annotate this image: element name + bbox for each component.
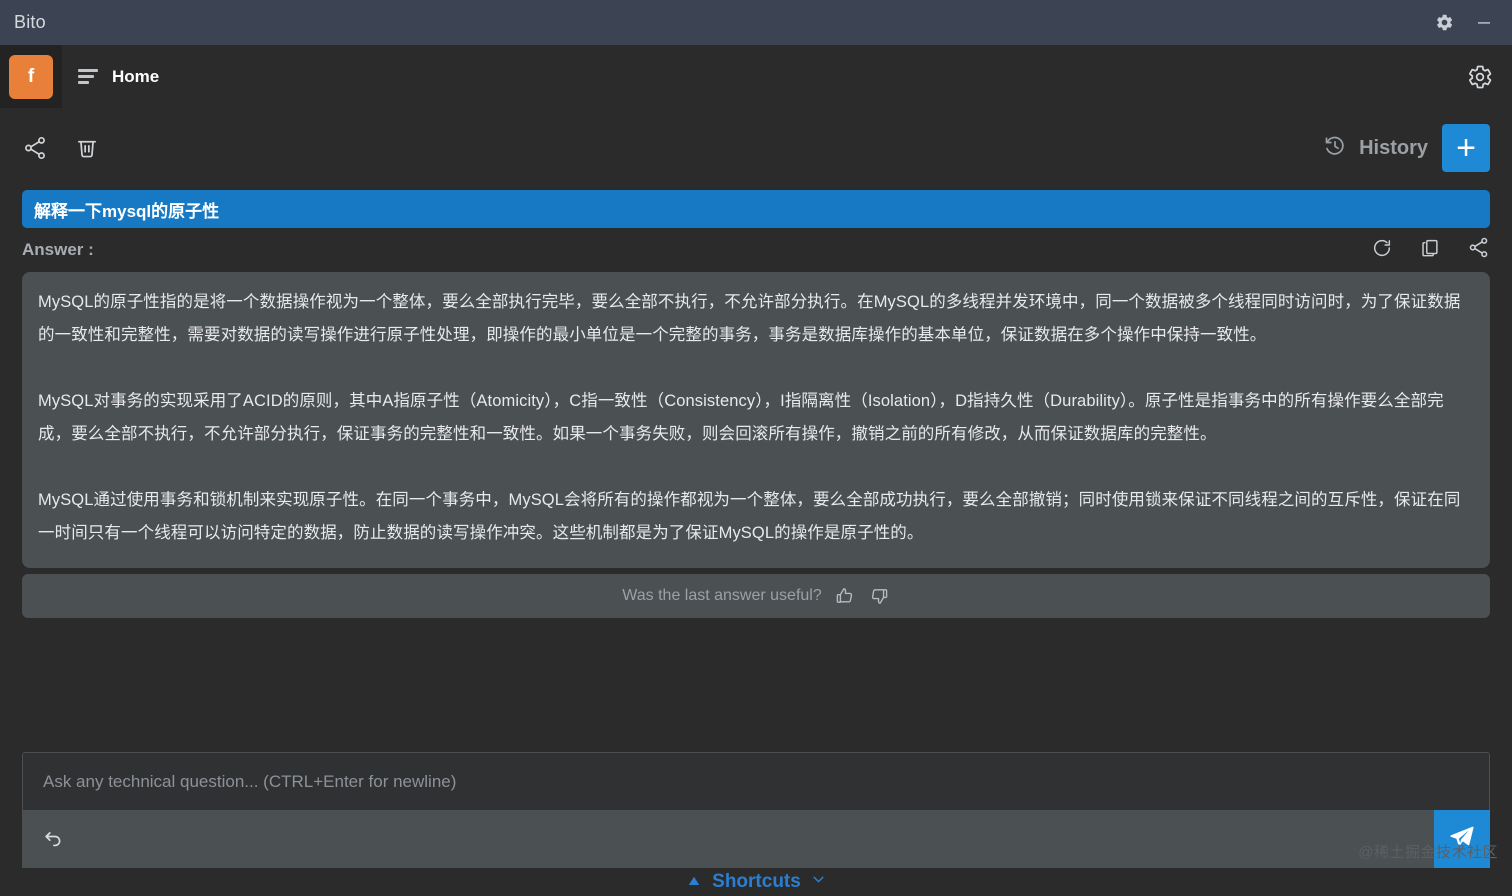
- share-icon[interactable]: [22, 135, 48, 161]
- app-title: Bito: [14, 12, 46, 32]
- answer-paragraph: MySQL通过使用事务和锁机制来实现原子性。在同一个事务中，MySQL会将所有的…: [38, 491, 1461, 542]
- nav-spacer: [181, 45, 1448, 108]
- shortcuts-bar[interactable]: Shortcuts: [0, 868, 1512, 896]
- bito-logo: f: [9, 54, 53, 99]
- answer-paragraph: MySQL的原子性指的是将一个数据操作视为一个整体，要么全部执行完毕，要么全部不…: [38, 293, 1461, 344]
- answer-panel: MySQL的原子性指的是将一个数据操作视为一个整体，要么全部执行完毕，要么全部不…: [22, 272, 1490, 568]
- undo-arrow-icon[interactable]: [42, 824, 67, 854]
- feedback-bar: Was the last answer useful?: [22, 574, 1490, 618]
- answer-paragraph: MySQL对事务的实现采用了ACID的原则，其中A指原子性（Atomicity）…: [38, 392, 1444, 443]
- history-clock-icon: [1323, 134, 1347, 163]
- answer-action-group: [1371, 236, 1490, 264]
- shortcuts-label: Shortcuts: [712, 871, 801, 892]
- toolbar-right-group: History +: [1323, 124, 1490, 172]
- answer-label: Answer :: [22, 240, 94, 259]
- minimize-icon[interactable]: [1466, 0, 1502, 45]
- composer: Ask any technical question... (CTRL+Ente…: [0, 752, 1512, 868]
- thumbs-up-icon[interactable]: [834, 585, 856, 607]
- bito-app-window: Bito f Home History + 解释一下mysql的原子性 Answ…: [0, 0, 1512, 896]
- question-input-placeholder: Ask any technical question... (CTRL+Ente…: [43, 771, 457, 791]
- answer-header: Answer :: [22, 228, 1490, 272]
- bito-triangle-icon: [685, 873, 703, 891]
- history-label: History: [1359, 136, 1428, 159]
- send-plane-icon: [1448, 823, 1476, 856]
- title-bar: Bito: [0, 0, 1512, 45]
- tab-home[interactable]: Home: [62, 45, 182, 108]
- answer-scrollbar[interactable]: [1499, 373, 1509, 752]
- share-icon[interactable]: [1467, 236, 1490, 264]
- question-text: 解释一下mysql的原子性: [34, 201, 220, 221]
- new-chat-button[interactable]: +: [1442, 124, 1490, 172]
- settings-gear-icon[interactable]: [1426, 0, 1462, 45]
- toolbar-left-group: [22, 135, 100, 161]
- trash-icon[interactable]: [74, 135, 100, 161]
- question-input-wrap[interactable]: Ask any technical question... (CTRL+Ente…: [22, 752, 1490, 810]
- tab-home-label: Home: [112, 66, 160, 86]
- feedback-question: Was the last answer useful?: [622, 587, 822, 604]
- app-logo-wrap: f: [0, 45, 62, 108]
- chat-toolbar: History +: [0, 108, 1512, 188]
- menu-lines-icon: [78, 69, 98, 84]
- question-bubble: 解释一下mysql的原子性: [22, 190, 1490, 228]
- chevron-down-icon[interactable]: [810, 871, 827, 893]
- copy-icon[interactable]: [1419, 237, 1441, 264]
- window-controls: [1426, 0, 1512, 45]
- refresh-icon[interactable]: [1371, 237, 1393, 264]
- nav-bar: f Home: [0, 45, 1512, 108]
- composer-action-bar: [22, 810, 1490, 868]
- history-button[interactable]: History: [1323, 134, 1428, 163]
- conversation-area: 解释一下mysql的原子性 Answer : MySQL的原子性指的是将一个数据…: [0, 188, 1512, 752]
- send-button[interactable]: [1434, 810, 1490, 868]
- thumbs-down-icon[interactable]: [868, 585, 890, 607]
- nav-settings-gear-icon[interactable]: [1448, 45, 1512, 108]
